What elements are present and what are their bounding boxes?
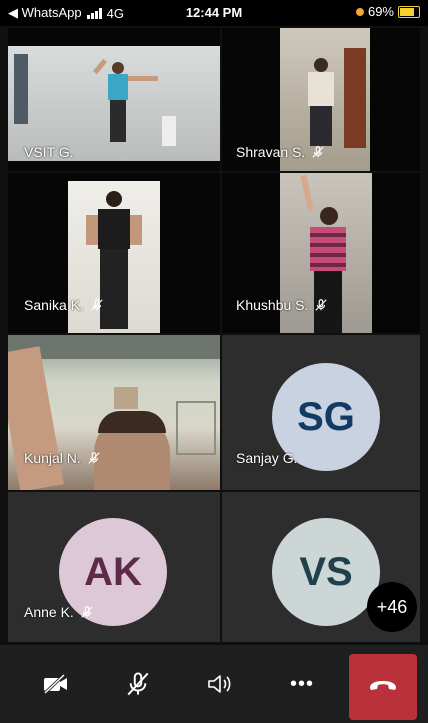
mic-off-icon — [80, 605, 94, 619]
video-tile-3[interactable]: Sanika K. — [8, 173, 220, 333]
participant-name-label: Shravan S. — [236, 144, 325, 160]
recording-dot-icon — [355, 7, 364, 16]
mic-off-icon — [311, 145, 325, 159]
video-tile-4[interactable]: Khushbu S. — [222, 173, 420, 333]
battery-percent: 69% — [367, 4, 394, 19]
mic-off-icon — [314, 298, 328, 312]
participant-name-label: Sanjay G. — [236, 450, 298, 466]
participant-name-label: Anne K. — [24, 604, 94, 620]
participant-name-label: Kunjal N. — [24, 450, 101, 466]
end-call-button[interactable] — [349, 654, 417, 720]
participant-name-label: Sanika K. — [24, 297, 104, 313]
video-tile-1[interactable]: VSIT G. — [8, 28, 220, 171]
video-tile-2[interactable]: Shravan S. — [222, 28, 420, 171]
participant-video — [8, 335, 220, 490]
camera-toggle-button[interactable] — [26, 645, 86, 723]
speaker-icon — [206, 672, 234, 696]
avatar-tile-anne[interactable]: AK Anne K. — [8, 492, 220, 642]
mic-toggle-button[interactable] — [108, 645, 168, 723]
avatar: VS — [272, 518, 380, 626]
hang-up-icon — [368, 678, 398, 697]
status-bar: ◀ WhatsApp 4G 12:44 PM 69% — [0, 0, 428, 26]
participant-name-label: VSIT G. — [24, 144, 74, 160]
mic-off-icon — [125, 671, 151, 697]
mic-off-icon — [87, 451, 101, 465]
avatar-tile-sanjay[interactable]: SG Sanjay G. — [222, 335, 420, 490]
participant-name-label: Khushbu S. — [236, 297, 328, 313]
video-tile-5[interactable]: Kunjal N. — [8, 335, 220, 490]
more-participants-badge[interactable]: +46 — [367, 582, 417, 632]
more-options-button[interactable]: ••• — [272, 645, 332, 723]
mic-off-icon — [90, 298, 104, 312]
camera-off-icon — [42, 673, 70, 695]
battery-icon — [398, 5, 420, 18]
speaker-button[interactable] — [190, 645, 250, 723]
